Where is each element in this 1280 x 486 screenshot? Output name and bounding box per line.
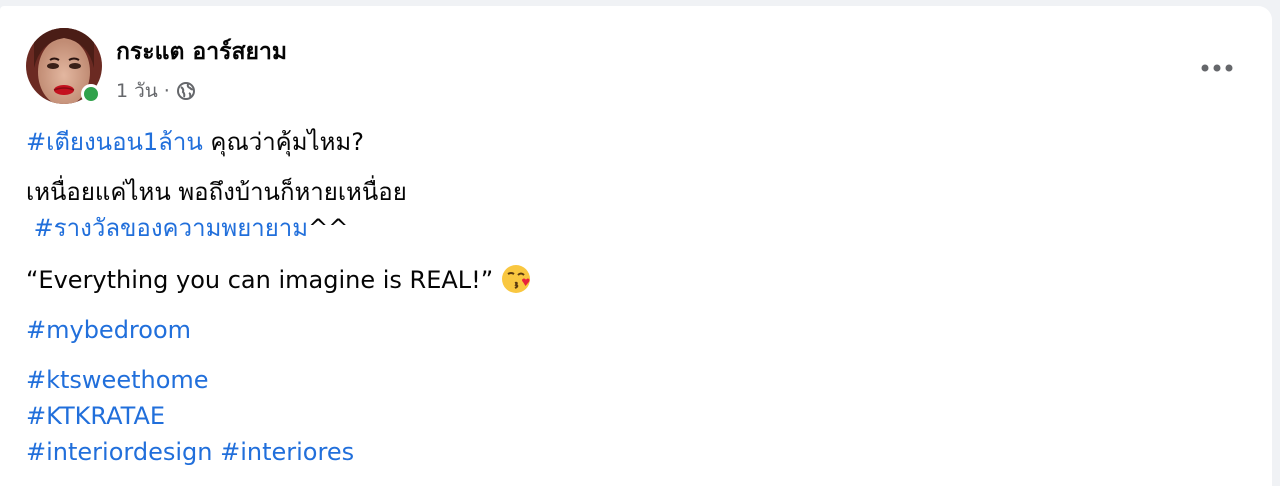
post-time[interactable]: 1 วัน xyxy=(116,76,158,106)
hashtag-link[interactable]: #รางวัลของความพยายาม xyxy=(34,214,308,242)
post-line-6: #ktsweethome xyxy=(26,362,209,398)
hashtag-link[interactable]: #interiores xyxy=(220,438,354,466)
author-avatar[interactable] xyxy=(26,28,102,104)
post-line-8: #interiordesign #interiores xyxy=(26,434,354,470)
more-dots-icon[interactable] xyxy=(1194,48,1240,88)
hashtag-space xyxy=(212,438,220,466)
post-text: คุณว่าคุ้มไหม? xyxy=(202,128,364,156)
post-line-4: “Everything you can imagine is REAL!” xyxy=(26,262,531,298)
post-line-3: #รางวัลของความพยายาม^^ xyxy=(26,210,349,246)
post-line-1: #เตียงนอน1ล้าน คุณว่าคุ้มไหม? xyxy=(26,124,364,160)
post-quote: “Everything you can imagine is REAL!” xyxy=(26,266,494,294)
post-card: กระแต อาร์สยาม 1 วัน · #เตียงนอน1ล้าน คุ… xyxy=(0,6,1272,486)
post-text-prefix xyxy=(26,214,34,242)
online-status-dot xyxy=(81,84,101,104)
hashtag-link[interactable]: #เตียงนอน1ล้าน xyxy=(26,128,203,156)
hashtag-link[interactable]: #ktsweethome xyxy=(26,366,209,394)
globe-icon[interactable] xyxy=(176,81,196,101)
post-line-7: #KTKRATAE xyxy=(26,398,165,434)
post-line-5: #mybedroom xyxy=(26,312,191,348)
post-text: ^^ xyxy=(308,214,349,242)
post-meta: 1 วัน · xyxy=(116,76,196,106)
meta-separator: · xyxy=(163,80,170,102)
author-name[interactable]: กระแต อาร์สยาม xyxy=(116,34,287,70)
post-header: กระแต อาร์สยาม 1 วัน · xyxy=(26,28,1256,106)
post-text: เหนื่อยแค่ไหน พอถึงบ้านก็หายเหนื่อย xyxy=(26,178,407,206)
hashtag-link[interactable]: #KTKRATAE xyxy=(26,402,165,430)
hashtag-link[interactable]: #mybedroom xyxy=(26,316,191,344)
post-line-2: เหนื่อยแค่ไหน พอถึงบ้านก็หายเหนื่อย xyxy=(26,174,407,210)
hashtag-link[interactable]: #interiordesign xyxy=(26,438,212,466)
kiss-emoji-icon xyxy=(501,264,531,294)
